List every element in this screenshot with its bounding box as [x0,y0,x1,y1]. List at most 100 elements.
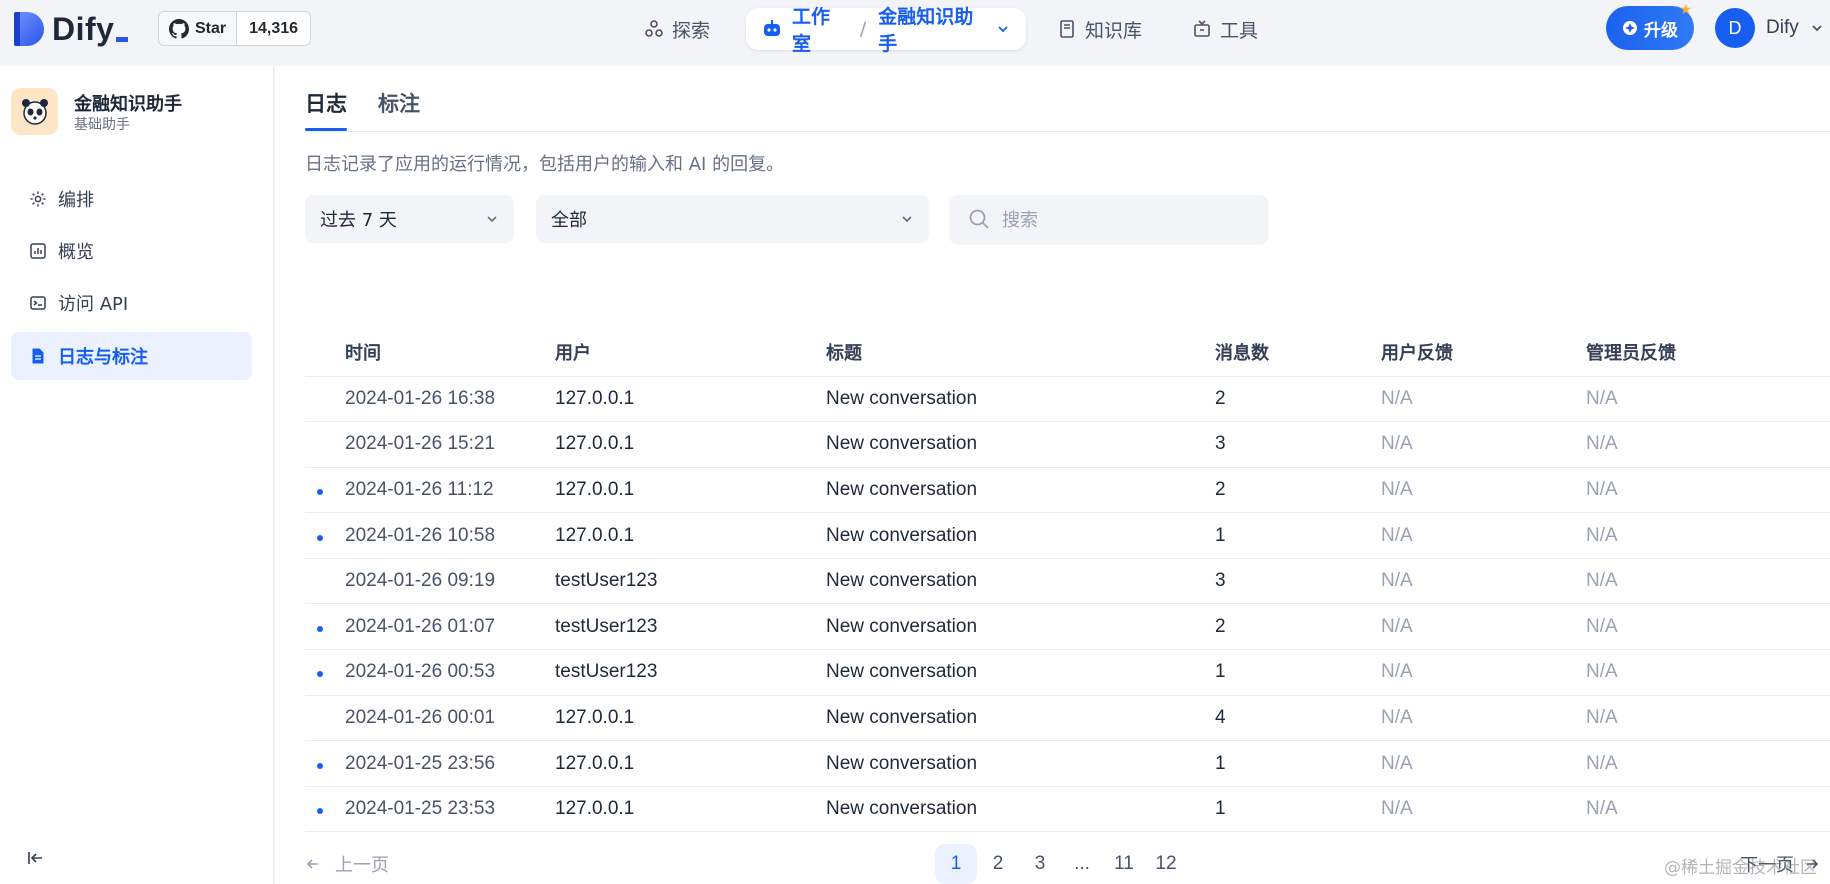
chart-icon [28,241,48,261]
nav-explore[interactable]: 探索 [644,8,710,50]
page-number-button[interactable]: 11 [1103,844,1145,884]
cell-messages: 1 [1215,740,1381,787]
cell-admin-feedback: N/A [1586,421,1830,468]
cell-title: New conversation [826,512,1215,559]
user-name[interactable]: Dify [1766,17,1799,39]
unread-indicator-cell [305,740,345,787]
nav-knowledge[interactable]: 知识库 [1057,8,1142,50]
upgrade-icon [1622,20,1638,36]
cell-user: 127.0.0.1 [555,695,826,742]
unread-indicator-cell [305,512,345,559]
toolbox-icon [1192,19,1212,39]
cell-user: testUser123 [555,603,826,651]
nav-tools[interactable]: 工具 [1192,8,1258,50]
sidebar-item-orchestrate[interactable]: 编排 [11,175,252,223]
page-number-button[interactable]: 2 [977,844,1019,884]
collapse-sidebar-icon[interactable] [26,848,46,872]
upgrade-button[interactable]: 升级 ★ [1606,2,1694,50]
panda-icon [21,98,48,125]
nav-studio[interactable]: 工作室 / 金融知识助手 [746,6,1026,55]
cell-title: New conversation [826,603,1215,651]
unread-indicator-cell [305,603,345,651]
unread-dot [317,808,323,815]
github-star-count[interactable]: 14,316 [237,12,310,45]
table-row[interactable]: 2024-01-25 23:53 127.0.0.1 New conversatio… [305,786,1830,833]
cell-user-feedback: N/A [1381,376,1586,423]
sidebar-item-label: 日志与标注 [58,347,148,368]
cell-admin-feedback: N/A [1586,740,1830,787]
cell-time: 2024-01-26 15:21 [345,421,555,468]
cell-user: testUser123 [555,649,826,696]
prev-page-button[interactable]: 上一页 [305,844,389,884]
avatar[interactable]: D [1715,8,1755,48]
cell-user: 127.0.0.1 [555,740,826,787]
app-avatar [11,88,58,135]
app-name: 金融知识助手 [74,94,182,115]
table-row[interactable]: 2024-01-26 09:19 testUser123 New conversat… [305,558,1830,605]
tab-logs-label: 日志 [305,92,347,116]
nav-explore-label: 探索 [672,19,711,42]
chevron-down-icon[interactable] [996,22,1010,36]
table-row[interactable]: 2024-01-26 00:53 testUser123 New conversat… [305,649,1830,696]
cell-title: New conversation [826,740,1215,787]
cell-title: New conversation [826,421,1215,468]
table-row[interactable]: 2024-01-26 10:58 127.0.0.1 New conversatio… [305,512,1830,559]
cell-time: 2024-01-26 01:07 [345,603,555,651]
cell-title: New conversation [826,649,1215,696]
github-star-button[interactable]: Star [159,12,238,45]
cell-messages: 1 [1215,786,1381,833]
tab-annotations-label: 标注 [378,92,420,116]
page-number-button[interactable]: 12 [1145,844,1187,884]
tab-annotations[interactable]: 标注 [378,88,420,118]
column-header-messages: 消息数 [1215,332,1381,377]
table-row[interactable]: 2024-01-26 15:21 127.0.0.1 New conversatio… [305,421,1830,468]
period-select[interactable]: 过去 7 天 [305,195,514,243]
cell-messages: 2 [1215,376,1381,423]
page-number-button[interactable]: 3 [1019,844,1061,884]
page-number-button[interactable]: 1 [935,844,977,884]
document-icon [28,346,48,366]
cell-time: 2024-01-26 00:53 [345,649,555,696]
robot-icon [762,19,782,39]
cell-messages: 1 [1215,649,1381,696]
chevron-down-icon [484,211,500,227]
unread-column-header [305,332,345,377]
upgrade-label: 升级 [1644,20,1678,41]
cell-time: 2024-01-26 16:38 [345,376,555,423]
sidebar-item-overview[interactable]: 概览 [11,227,252,275]
cell-user-feedback: N/A [1381,695,1586,742]
cell-admin-feedback: N/A [1586,512,1830,559]
logs-table: 时间 用户 标题 消息数 用户反馈 管理员反馈 2024-01-26 16:38… [305,332,1830,833]
cell-time: 2024-01-25 23:56 [345,740,555,787]
column-header-admin-feedback: 管理员反馈 [1586,332,1830,377]
cell-title: New conversation [826,786,1215,833]
dify-logo[interactable]: Dify [12,8,129,50]
table-row[interactable]: 2024-01-26 16:38 127.0.0.1 New conversatio… [305,376,1830,423]
status-select[interactable]: 全部 [536,195,929,243]
cell-messages: 2 [1215,467,1381,514]
cell-user-feedback: N/A [1381,558,1586,605]
cell-messages: 3 [1215,558,1381,605]
nav-studio-label: 工作室 [792,6,831,55]
sidebar-item-api[interactable]: 访问 API [11,279,252,327]
github-star-widget[interactable]: Star 14,316 [158,11,312,46]
sidebar-item-logs[interactable]: 日志与标注 [11,332,252,380]
table-header-row: 时间 用户 标题 消息数 用户反馈 管理员反馈 [305,332,1830,377]
cell-user-feedback: N/A [1381,603,1586,651]
sidebar-item-label: 编排 [58,190,94,211]
current-app-selector[interactable]: 金融知识助手 [878,2,990,56]
search-input[interactable]: 搜索 [950,195,1268,243]
cell-user: 127.0.0.1 [555,512,826,559]
chevron-down-icon[interactable] [1810,20,1824,39]
table-row[interactable]: 2024-01-25 23:56 127.0.0.1 New conversatio… [305,740,1830,787]
cell-admin-feedback: N/A [1586,467,1830,514]
unread-indicator-cell [305,649,345,696]
cell-user: 127.0.0.1 [555,786,826,833]
cell-title: New conversation [826,695,1215,742]
logo-mark-icon [12,10,46,48]
cell-messages: 3 [1215,421,1381,468]
tab-logs[interactable]: 日志 [305,88,347,118]
table-row[interactable]: 2024-01-26 11:12 127.0.0.1 New conversatio… [305,467,1830,514]
table-row[interactable]: 2024-01-26 01:07 testUser123 New conversat… [305,603,1830,651]
table-row[interactable]: 2024-01-26 00:01 127.0.0.1 New conversatio… [305,695,1830,742]
